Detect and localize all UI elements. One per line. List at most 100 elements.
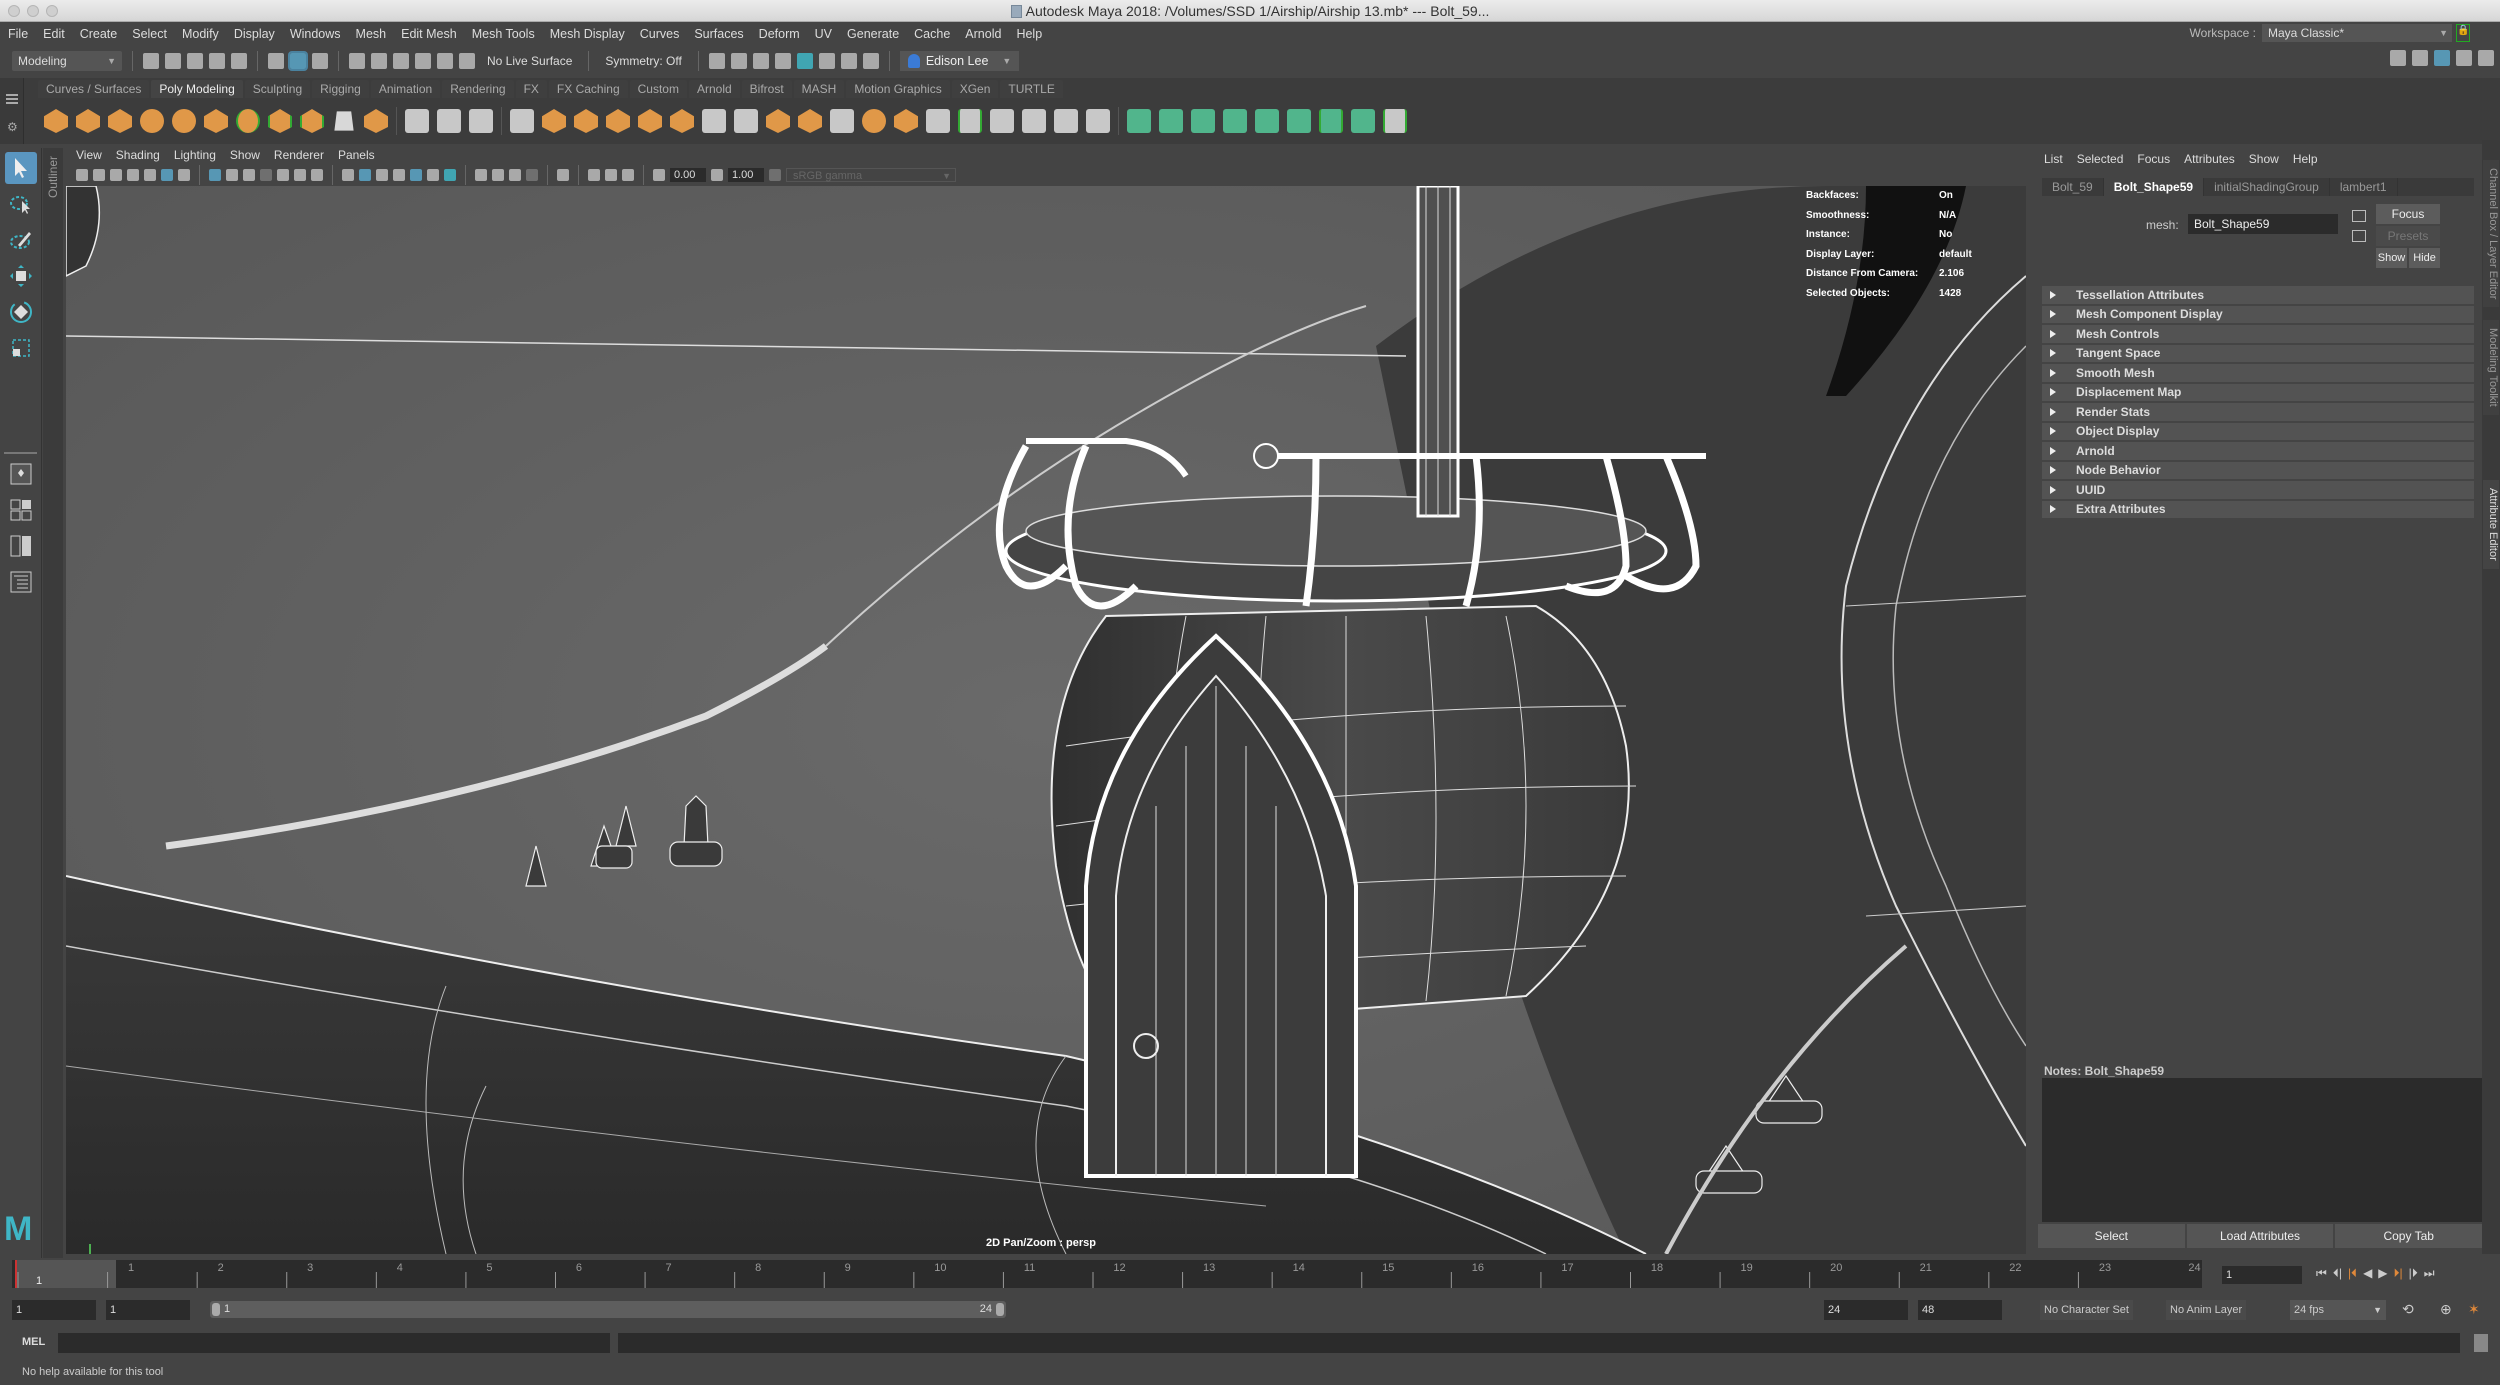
presets-button[interactable]: Presets — [2376, 226, 2440, 246]
notes-textarea[interactable] — [2042, 1078, 2482, 1222]
shelf-tab-turtle[interactable]: TURTLE — [1000, 80, 1063, 98]
scale-tool[interactable] — [5, 332, 37, 364]
ae-section-displacement-map[interactable]: Displacement Map — [2042, 383, 2474, 401]
image-plane-icon[interactable] — [144, 169, 156, 181]
character-set-dropdown[interactable]: No Character Set — [2040, 1300, 2133, 1320]
shelf-tab-xgen[interactable]: XGen — [951, 80, 999, 98]
screen-space-ao-icon[interactable] — [475, 169, 487, 181]
menu-cache[interactable]: Cache — [914, 27, 950, 41]
coordinate-icon[interactable] — [469, 109, 493, 133]
poly-plane-icon[interactable] — [204, 109, 228, 133]
collapse-icon[interactable] — [926, 109, 950, 133]
loop-icon[interactable]: ⟲ — [2402, 1301, 2414, 1318]
sew-uv-icon[interactable] — [1383, 109, 1407, 133]
redo-icon[interactable] — [231, 53, 247, 69]
menu-curves[interactable]: Curves — [640, 27, 680, 41]
svg-icon[interactable] — [364, 109, 388, 133]
ae-section-node-behavior[interactable]: Node Behavior — [2042, 461, 2474, 479]
rotate-tool[interactable] — [5, 296, 37, 328]
auto-key-icon[interactable]: ⊕ — [2440, 1301, 2452, 1318]
select-hierarchy-icon[interactable] — [268, 53, 284, 69]
anim-layer-dropdown[interactable]: No Anim Layer — [2166, 1300, 2247, 1320]
menuset-dropdown[interactable]: Modeling ▼ — [12, 51, 122, 71]
live-surface-field[interactable]: No Live Surface — [481, 51, 578, 71]
go-to-end-icon[interactable]: ⏭ — [2424, 1266, 2435, 1281]
render-settings-icon[interactable] — [774, 53, 791, 69]
smooth-shade-icon[interactable] — [359, 169, 371, 181]
tool-settings-toggle-icon[interactable] — [2456, 50, 2472, 66]
focus-button[interactable]: Focus — [2376, 204, 2440, 224]
command-input[interactable] — [58, 1333, 610, 1353]
channel-box-toggle-icon[interactable] — [2478, 50, 2494, 66]
shelf-tab-mash[interactable]: MASH — [793, 80, 845, 98]
render-view-icon[interactable] — [708, 53, 725, 69]
platonic-solid-icon[interactable] — [268, 109, 292, 133]
menu-create[interactable]: Create — [80, 27, 118, 41]
grid-icon[interactable] — [209, 169, 221, 181]
menu-surfaces[interactable]: Surfaces — [694, 27, 743, 41]
bookmarks-icon[interactable] — [127, 169, 139, 181]
side-tab-modeling-toolkit[interactable]: Modeling Toolkit — [2483, 320, 2499, 415]
input-connections-icon[interactable] — [2352, 210, 2366, 222]
select-component-icon[interactable] — [312, 53, 328, 69]
mirror-icon[interactable] — [574, 109, 598, 133]
ae-section-tessellation-attributes[interactable]: Tessellation Attributes — [2042, 286, 2474, 304]
xray-joints-icon[interactable] — [622, 169, 634, 181]
load-attributes-button[interactable]: Load Attributes — [2186, 1224, 2334, 1248]
workspace-dropdown[interactable]: Maya Classic* — [2262, 24, 2452, 42]
copy-tab-button[interactable]: Copy Tab — [2335, 1224, 2483, 1248]
bridge-icon[interactable] — [734, 109, 758, 133]
multisample-aa-icon[interactable] — [509, 169, 521, 181]
menu-windows[interactable]: Windows — [290, 27, 341, 41]
symmetry-dropdown[interactable]: Symmetry: Off — [599, 51, 687, 71]
side-tab-attribute-editor[interactable]: Attribute Editor — [2483, 480, 2499, 569]
separate-icon[interactable] — [542, 109, 566, 133]
shelf-tab-fx-caching[interactable]: FX Caching — [548, 80, 628, 98]
single-perspective-layout-button[interactable] — [5, 458, 37, 490]
viewport-menu-lighting[interactable]: Lighting — [174, 148, 216, 166]
shelf-tab-bifrost[interactable]: Bifrost — [741, 80, 792, 98]
xray-icon[interactable] — [588, 169, 600, 181]
ae-tab-lambert1[interactable]: lambert1 — [2330, 178, 2398, 196]
poly-cube-icon[interactable] — [76, 109, 100, 133]
menu-mesh-tools[interactable]: Mesh Tools — [472, 27, 535, 41]
viewport-menu-show[interactable]: Show — [230, 148, 260, 166]
poly-cone-icon[interactable] — [140, 109, 164, 133]
menu-mesh-display[interactable]: Mesh Display — [550, 27, 625, 41]
output-connections-icon[interactable] — [2352, 230, 2366, 242]
light-editor-icon[interactable] — [840, 53, 857, 69]
poly-disc-icon[interactable] — [236, 109, 260, 133]
ae-section-mesh-controls[interactable]: Mesh Controls — [2042, 325, 2474, 343]
ae-tab-bolt_shape59[interactable]: Bolt_Shape59 — [2103, 178, 2205, 196]
pan-zoom-icon[interactable] — [161, 169, 173, 181]
playback-end-field[interactable]: 24 — [1824, 1300, 1908, 1320]
ae-tab-bolt_59[interactable]: Bolt_59 — [2042, 178, 2104, 196]
render-setup-icon[interactable] — [818, 53, 835, 69]
step-forward-key-icon[interactable]: ⏵| — [2394, 1266, 2403, 1281]
ae-section-smooth-mesh[interactable]: Smooth Mesh — [2042, 364, 2474, 382]
shelf-tab-rendering[interactable]: Rendering — [442, 80, 514, 98]
new-scene-icon[interactable] — [143, 53, 159, 69]
shelf-tab-arnold[interactable]: Arnold — [688, 80, 740, 98]
save-scene-icon[interactable] — [187, 53, 203, 69]
unfold-uv-icon[interactable] — [1287, 109, 1311, 133]
motion-blur-icon[interactable] — [492, 169, 504, 181]
gamma-field[interactable]: 1.00 — [728, 168, 764, 182]
textured-icon[interactable] — [410, 169, 422, 181]
ae-section-render-stats[interactable]: Render Stats — [2042, 403, 2474, 421]
shelf-tab-animation[interactable]: Animation — [370, 80, 441, 98]
ae-section-tangent-space[interactable]: Tangent Space — [2042, 344, 2474, 362]
current-frame-field[interactable]: 1 — [2222, 1266, 2302, 1284]
smooth-icon[interactable] — [606, 109, 630, 133]
go-to-start-icon[interactable]: ⏮ — [2316, 1266, 2327, 1281]
fps-dropdown[interactable]: 24 fps ▼ — [2290, 1300, 2386, 1320]
ae-menu-selected[interactable]: Selected — [2077, 152, 2124, 166]
reduce-icon[interactable] — [638, 109, 662, 133]
ae-menu-list[interactable]: List — [2044, 152, 2063, 166]
side-tab-channel-box-layer-editor[interactable]: Channel Box / Layer Editor — [2483, 160, 2499, 308]
safe-title-icon[interactable] — [311, 169, 323, 181]
gate-mask-icon[interactable] — [260, 169, 272, 181]
render-frame-icon[interactable] — [730, 53, 747, 69]
multi-cut-icon[interactable] — [1022, 109, 1046, 133]
menu-mesh[interactable]: Mesh — [356, 27, 387, 41]
